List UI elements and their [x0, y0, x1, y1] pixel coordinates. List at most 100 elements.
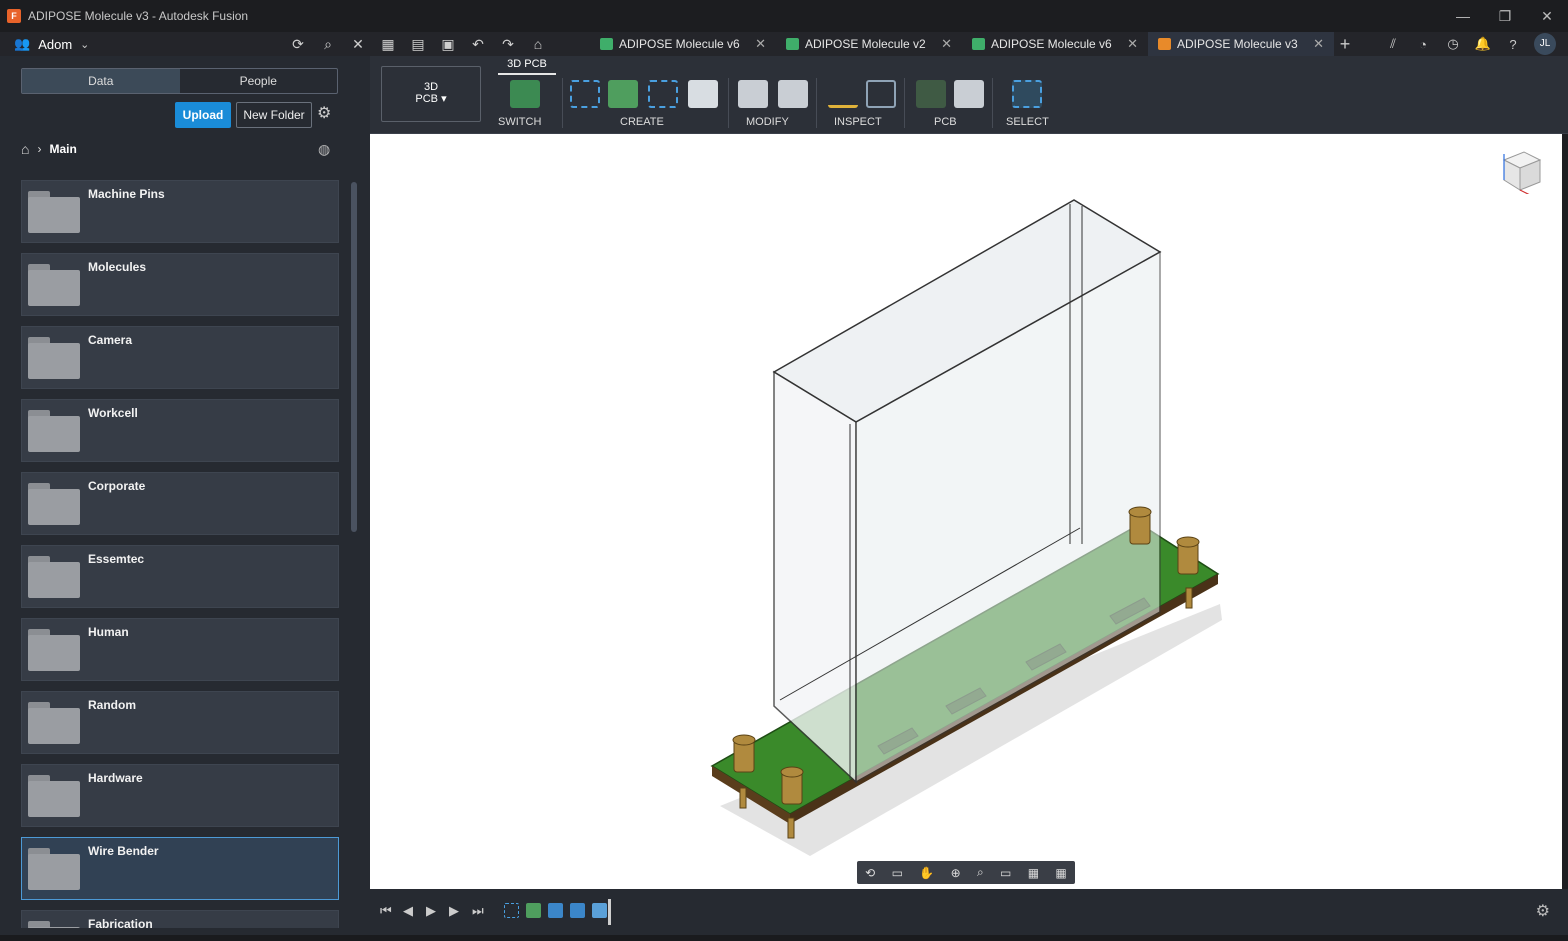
- timeline-feature-icon[interactable]: [592, 903, 607, 918]
- pcb-link-icon[interactable]: [916, 80, 946, 108]
- create-region-icon[interactable]: [648, 80, 678, 108]
- folder-label: Molecules: [88, 260, 147, 274]
- pcb-switch-icon[interactable]: [510, 80, 540, 108]
- job-status-icon[interactable]: ◷: [1444, 36, 1462, 52]
- gear-icon[interactable]: ⚙: [317, 103, 331, 123]
- data-tab[interactable]: Data: [22, 69, 180, 93]
- close-tab-icon[interactable]: ✕: [755, 36, 766, 52]
- extensions-icon[interactable]: ⫽: [1384, 36, 1402, 52]
- save-icon[interactable]: ▣: [440, 36, 456, 53]
- switch-label[interactable]: SWITCH: [498, 116, 541, 128]
- avatar[interactable]: JL: [1534, 33, 1556, 55]
- viewports-icon[interactable]: ▦: [1055, 866, 1066, 880]
- pcb-label[interactable]: PCB: [934, 116, 957, 128]
- folder-item[interactable]: Workcell: [21, 399, 339, 462]
- folder-item-selected[interactable]: Wire Bender: [21, 837, 339, 900]
- folder-item[interactable]: Camera: [21, 326, 339, 389]
- refresh-icon[interactable]: ⟳: [290, 36, 306, 53]
- doc-tab-3[interactable]: ADIPOSE Molecule v6 ✕: [962, 32, 1148, 56]
- modify-label[interactable]: MODIFY: [746, 116, 789, 128]
- window-title: ADIPOSE Molecule v3 - Autodesk Fusion: [28, 9, 249, 23]
- zoom-window-icon[interactable]: ⌕: [977, 865, 984, 880]
- file-menu-icon[interactable]: ▤: [410, 36, 426, 53]
- orbit-icon[interactable]: ⟲: [865, 866, 875, 880]
- doc-tab-2[interactable]: ADIPOSE Molecule v2 ✕: [776, 32, 962, 56]
- inspect-label[interactable]: INSPECT: [834, 116, 882, 128]
- timeline-sketch-icon[interactable]: [504, 903, 519, 918]
- section-analysis-icon[interactable]: [866, 80, 896, 108]
- undo-icon[interactable]: ↶: [470, 36, 486, 53]
- modify-group: MODIFY: [738, 78, 814, 132]
- close-tab-icon[interactable]: ✕: [1127, 36, 1138, 52]
- folder-item[interactable]: Human: [21, 618, 339, 681]
- measure-ruler-icon[interactable]: [828, 80, 858, 108]
- pcb-3d-model[interactable]: [370, 134, 1562, 889]
- select-label[interactable]: SELECT: [1006, 116, 1049, 128]
- folder-item[interactable]: Random: [21, 691, 339, 754]
- create-component-icon[interactable]: [608, 80, 638, 108]
- folder-item[interactable]: Essemtec: [21, 545, 339, 608]
- move-component-icon[interactable]: [778, 80, 808, 108]
- timeline-marker[interactable]: [608, 899, 611, 925]
- toolbar-divider: [816, 78, 817, 128]
- doc-tab-4-active[interactable]: ADIPOSE Molecule v3 ✕: [1148, 32, 1334, 56]
- upload-button[interactable]: Upload: [175, 102, 231, 128]
- ribbon-toolbar: 3D PCB ▾ 3D PCB SWITCH CREATE MODIFY INS…: [370, 56, 1568, 134]
- go-to-start-icon[interactable]: ⏮: [380, 903, 392, 919]
- help-icon[interactable]: ?: [1504, 37, 1522, 52]
- 3d-viewport[interactable]: ⟲ ▭ ✋ ⊕ ⌕ ▭ ▦ ▦: [370, 134, 1562, 889]
- create-label[interactable]: CREATE: [620, 116, 664, 128]
- step-back-icon[interactable]: ◀: [403, 903, 413, 919]
- zoom-icon[interactable]: ⊕: [951, 866, 961, 880]
- people-tab[interactable]: People: [180, 69, 338, 93]
- step-forward-icon[interactable]: ▶: [449, 903, 459, 919]
- timeline-feature-icon[interactable]: [570, 903, 585, 918]
- close-tab-icon[interactable]: ✕: [941, 36, 952, 52]
- select-window-icon[interactable]: [1012, 80, 1042, 108]
- redo-icon[interactable]: ↷: [500, 36, 516, 53]
- new-tab-plus-icon[interactable]: +: [1337, 32, 1353, 56]
- new-folder-button[interactable]: New Folder: [236, 102, 312, 128]
- restore-button[interactable]: ❐: [1484, 0, 1526, 32]
- timeline-feature-icon[interactable]: [548, 903, 563, 918]
- tab-3d-pcb[interactable]: 3D PCB: [498, 58, 556, 75]
- create-3d-body-icon[interactable]: [688, 80, 718, 108]
- folder-label: Wire Bender: [88, 844, 159, 858]
- home-icon[interactable]: ⌂: [21, 141, 29, 157]
- folder-list-scrollbar[interactable]: [351, 182, 357, 532]
- display-settings-icon[interactable]: ▭: [1000, 866, 1011, 880]
- sketch-outline-icon[interactable]: [570, 80, 600, 108]
- close-window-button[interactable]: ✕: [1526, 0, 1568, 32]
- play-icon[interactable]: ▶: [426, 903, 436, 919]
- home-icon[interactable]: ⌂: [530, 36, 546, 52]
- folder-item[interactable]: Corporate: [21, 472, 339, 535]
- online-status-icon[interactable]: ◔: [1414, 37, 1432, 52]
- pcb-settings-icon[interactable]: [954, 80, 984, 108]
- folder-icon: [28, 410, 80, 452]
- document-tabs: ADIPOSE Molecule v6 ✕ ADIPOSE Molecule v…: [590, 32, 1334, 56]
- app-tools: ⟳ ⌕ ✕ ▦ ▤ ▣ ↶ ↷ ⌂: [290, 32, 546, 56]
- workspace-switcher[interactable]: 3D PCB ▾: [381, 66, 481, 122]
- search-icon[interactable]: ⌕: [320, 36, 336, 53]
- close-tab-icon[interactable]: ✕: [1313, 36, 1324, 52]
- minimize-button[interactable]: —: [1442, 0, 1484, 32]
- folder-item[interactable]: Fabrication: [21, 910, 339, 928]
- pan-hand-icon[interactable]: ✋: [919, 866, 934, 880]
- notifications-bell-icon[interactable]: 🔔: [1474, 36, 1492, 52]
- folder-item[interactable]: Molecules: [21, 253, 339, 316]
- close-panel-icon[interactable]: ✕: [350, 36, 366, 53]
- doc-tab-1[interactable]: ADIPOSE Molecule v6 ✕: [590, 32, 776, 56]
- look-at-icon[interactable]: ▭: [892, 866, 903, 880]
- team-switcher[interactable]: 👥 Adom ⌄: [14, 36, 284, 52]
- apps-grid-icon[interactable]: ▦: [380, 36, 396, 53]
- breadcrumb-main[interactable]: Main: [49, 142, 76, 156]
- gear-icon[interactable]: ⚙: [1536, 901, 1550, 921]
- globe-icon[interactable]: ◍: [318, 141, 330, 158]
- folder-item[interactable]: Machine Pins: [21, 180, 339, 243]
- view-cube[interactable]: [1498, 148, 1544, 197]
- grid-icon[interactable]: ▦: [1028, 866, 1039, 880]
- modify-component-icon[interactable]: [738, 80, 768, 108]
- timeline-component-icon[interactable]: [526, 903, 541, 918]
- folder-item[interactable]: Hardware: [21, 764, 339, 827]
- go-to-end-icon[interactable]: ⏭: [472, 903, 484, 919]
